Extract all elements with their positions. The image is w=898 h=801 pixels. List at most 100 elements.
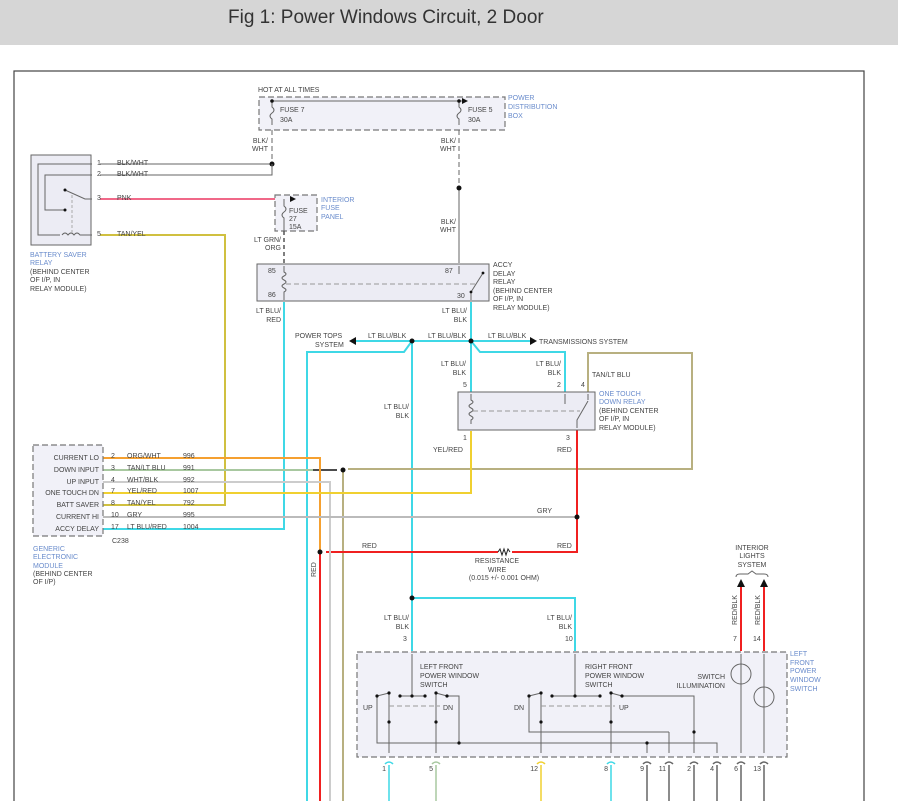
module-name: ELECTRONIC (33, 554, 78, 561)
relay-location: (BEHIND CENTER (493, 288, 553, 295)
wire-label: GRY (537, 508, 552, 515)
module-location: OF I/P) (33, 579, 56, 586)
circuit-number: 1007 (183, 488, 199, 495)
bottom-pin: 2 (687, 761, 699, 801)
wire-label: BLK (396, 413, 410, 420)
interior-lights-label: SYSTEM (738, 562, 767, 569)
wire-label: BLK (454, 317, 468, 324)
bottom-pin: 6 (734, 761, 746, 801)
resistance-value: (0.015 +/- 0.001 OHM) (469, 575, 539, 582)
component-name: POWER (790, 668, 816, 675)
fuse-5-rating: 30A (468, 117, 481, 124)
wire-label: BLK/WHT (117, 160, 149, 167)
pin-function-label: CURRENT HI (56, 514, 99, 521)
connector-id: C238 (112, 538, 129, 545)
switch-label: SWITCH (420, 682, 448, 689)
wire-label: LT BLU/ (441, 361, 466, 368)
fuse-27-rating: 15A (289, 224, 302, 231)
bottom-pin: 4 (710, 761, 722, 801)
relay-name: RELAY (493, 279, 516, 286)
bottom-pin: 12 (530, 761, 546, 801)
wire-label: WHT (440, 227, 457, 234)
pin-number: 17 (111, 524, 119, 531)
pdb-name: POWER (508, 95, 534, 102)
circuit-number: 1004 (183, 524, 199, 531)
wire-label: BLK/ (253, 138, 268, 145)
relay-name: BATTERY SAVER (30, 252, 87, 259)
pin-number: 1 (382, 766, 386, 773)
wire-color: YEL/RED (127, 488, 157, 495)
component-name: SWITCH (790, 686, 818, 693)
wire-label: BLK/WHT (117, 171, 149, 178)
wire-color: WHT/BLK (127, 477, 158, 484)
circuit-number: 996 (183, 453, 195, 460)
bottom-pin: 1 (382, 761, 394, 801)
pin-number: 2 (111, 453, 115, 460)
wire-label: ORG (265, 245, 281, 252)
pin-number: 86 (268, 292, 276, 299)
wire-color: LT BLU/RED (127, 524, 167, 531)
bottom-pin: 13 (753, 761, 769, 801)
bottom-pin: 5 (429, 761, 441, 801)
pin-number: 8 (604, 766, 608, 773)
transmissions-label: TRANSMISSIONS SYSTEM (539, 339, 628, 346)
pin-function-label: UP INPUT (66, 479, 99, 486)
wire-color: ORG/WHT (127, 453, 162, 460)
wire-label: BLK (559, 624, 573, 631)
panel-name: PANEL (321, 214, 344, 221)
pin-number: 87 (445, 268, 453, 275)
dn-label: DN (443, 705, 453, 712)
hot-label: HOT AT ALL TIMES (258, 87, 320, 94)
circuit-number: 995 (183, 512, 195, 519)
resistance-wire-label: WIRE (488, 567, 507, 574)
wire-label: WHT (252, 146, 269, 153)
switch-label: SWITCH (585, 682, 613, 689)
pin-number: 4 (581, 382, 585, 389)
relay-location: RELAY MODULE) (493, 305, 550, 312)
pin-number: 6 (734, 766, 738, 773)
fuse-5-label: FUSE 5 (468, 107, 493, 114)
relay-location: (BEHIND CENTER (30, 269, 90, 276)
fuse-7-label: FUSE 7 (280, 107, 305, 114)
pin-number: 13 (753, 766, 761, 773)
wire-color: TAN/LT BLU (127, 465, 166, 472)
module-location: (BEHIND CENTER (33, 571, 93, 578)
relay-location: RELAY MODULE) (30, 286, 87, 293)
wire-label: LT BLU/ (442, 308, 467, 315)
pin-number: 3 (403, 636, 407, 643)
wire-label: LT BLU/ (384, 404, 409, 411)
pin-number: 7 (733, 636, 737, 643)
wire-label: BLK/ (441, 219, 456, 226)
pin-number: 1 (97, 160, 101, 167)
pin-number: 4 (710, 766, 714, 773)
power-distribution-box: HOT AT ALL TIMES FUSE 7 30A FUSE 5 30A P… (258, 87, 557, 131)
wire-label: RED (362, 543, 377, 550)
up-label: UP (619, 705, 629, 712)
wire-label: RED (311, 562, 318, 577)
component-name: LEFT (790, 651, 808, 658)
circuit-number: 992 (183, 477, 195, 484)
module-name: GENERIC (33, 546, 65, 553)
circuit-number: 991 (183, 465, 195, 472)
fuse-27-label: FUSE (289, 208, 308, 215)
pin-number: 10 (565, 636, 573, 643)
wire-label: YEL/RED (433, 447, 463, 454)
pin-number: 7 (111, 488, 115, 495)
wire-label: BLK (548, 370, 562, 377)
bottom-pin: 11 (659, 761, 674, 801)
wire-label: LT BLU/ (536, 361, 561, 368)
wire-label: LT BLU/ (384, 615, 409, 622)
wire-color: TAN/YEL (127, 500, 156, 507)
wire-label: TAN/YEL (117, 231, 146, 238)
circuit-number: 792 (183, 500, 195, 507)
pin-number: 3 (97, 195, 101, 202)
wire-label: WHT (440, 146, 457, 153)
pin-number: 2 (557, 382, 561, 389)
wiring-diagram: HOT AT ALL TIMES FUSE 7 30A FUSE 5 30A P… (13, 70, 865, 801)
wire-label: LT BLU/ (547, 615, 572, 622)
relay-location: OF I/P, IN (30, 277, 60, 284)
pin-number: 85 (268, 268, 276, 275)
wire-label: RED (557, 447, 572, 454)
bottom-pin: 8 (604, 761, 616, 801)
wire-label: LT BLU/ (256, 308, 281, 315)
